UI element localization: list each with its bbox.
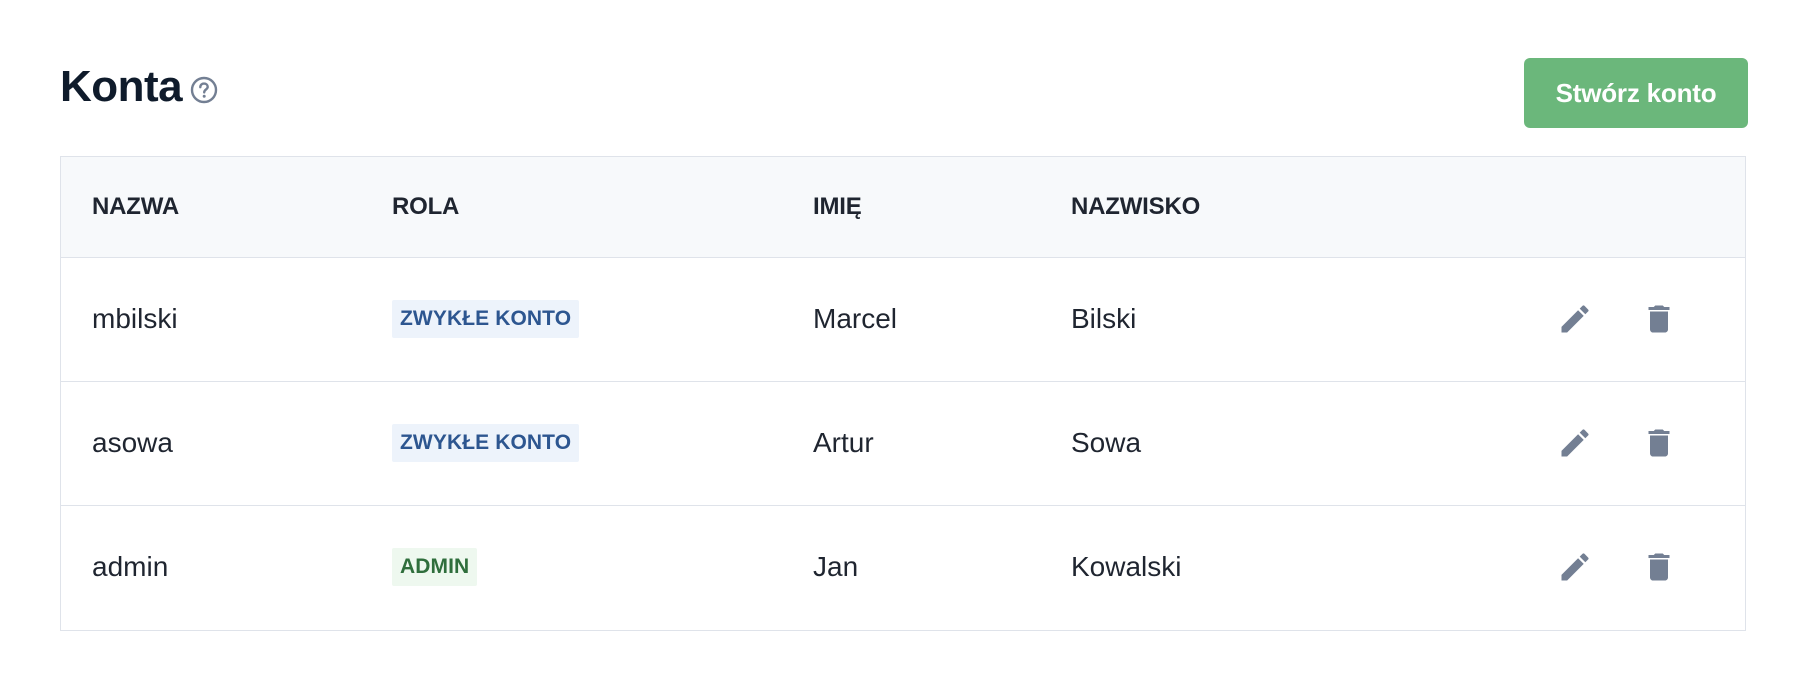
row-actions [1511, 549, 1745, 585]
cell-username: asowa [92, 427, 173, 458]
cell-first-name: Marcel [813, 303, 898, 334]
cell-last-name: Bilski [1071, 303, 1137, 334]
column-header-actions [1511, 157, 1745, 257]
cell-first-name: Jan [813, 551, 859, 583]
trash-icon [1648, 429, 1670, 457]
trash-icon [1648, 553, 1670, 581]
cell-first-name: Artur [813, 427, 874, 458]
column-header-last-name[interactable]: NAZWISKO [1071, 157, 1511, 257]
role-badge: ZWYKŁE KONTO [392, 300, 580, 338]
table-row: asowa ZWYKŁE KONTO Artur Sowa [61, 381, 1745, 505]
create-account-button[interactable]: Stwórz konto [1524, 58, 1748, 128]
accounts-page: Konta Stwórz konto NAZWA ROLA IMIĘ NAZWI… [0, 0, 1810, 684]
trash-icon [1648, 305, 1670, 333]
help-icon[interactable] [190, 76, 218, 104]
page-header: Konta Stwórz konto [60, 58, 1748, 128]
delete-button[interactable] [1641, 301, 1677, 337]
row-actions [1511, 425, 1745, 461]
table-row: admin ADMIN Jan Kowalski [61, 505, 1745, 629]
pencil-icon [1561, 305, 1589, 333]
cell-username: admin [92, 551, 169, 583]
edit-button[interactable] [1557, 301, 1593, 337]
cell-last-name: Kowalski [1071, 551, 1182, 583]
delete-button[interactable] [1641, 425, 1677, 461]
delete-button[interactable] [1641, 549, 1677, 585]
accounts-table: NAZWA ROLA IMIĘ NAZWISKO mbilski ZWYKŁE … [60, 156, 1746, 631]
column-header-first-name[interactable]: IMIĘ [813, 157, 1071, 257]
column-header-role[interactable]: ROLA [392, 157, 813, 257]
row-actions [1511, 301, 1745, 337]
cell-last-name: Sowa [1071, 427, 1142, 458]
column-header-name[interactable]: NAZWA [61, 157, 392, 257]
role-badge: ZWYKŁE KONTO [392, 424, 580, 462]
pencil-icon [1561, 553, 1589, 581]
table-header-row: NAZWA ROLA IMIĘ NAZWISKO [61, 157, 1745, 257]
cell-username: mbilski [92, 303, 178, 334]
pencil-icon [1561, 429, 1589, 457]
table-row: mbilski ZWYKŁE KONTO Marcel Bilski [61, 257, 1745, 381]
edit-button[interactable] [1557, 549, 1593, 585]
page-title: Konta [60, 62, 183, 111]
edit-button[interactable] [1557, 425, 1593, 461]
role-badge: ADMIN [392, 548, 478, 587]
